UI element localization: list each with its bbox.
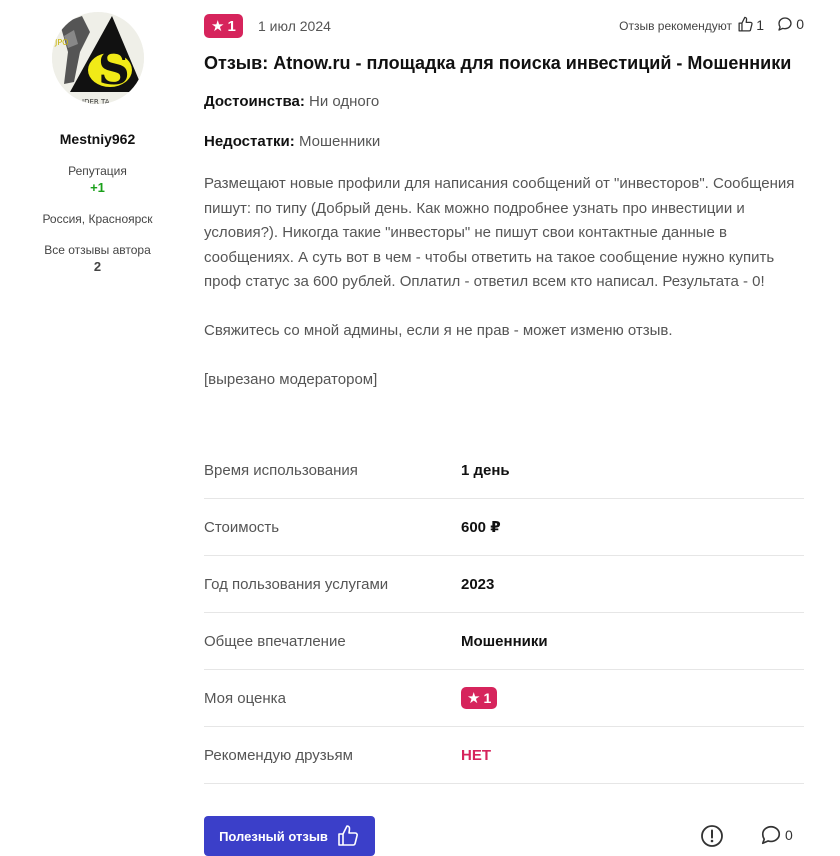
detail-value: 600 ₽ xyxy=(461,519,501,536)
svg-text:JPO: JPO xyxy=(54,38,68,47)
author-username[interactable]: Mestniy962 xyxy=(0,131,195,147)
comment-icon xyxy=(778,17,792,31)
review-details: Время использования 1 день Стоимость 600… xyxy=(204,442,804,784)
my-rating-value: 1 xyxy=(483,690,492,706)
helpful-label: Полезный отзыв xyxy=(219,828,328,844)
report-button[interactable] xyxy=(700,824,724,853)
detail-value: ★ 1 xyxy=(461,687,498,709)
svg-text:IDER TA: IDER TA xyxy=(82,98,110,104)
detail-value: 1 день xyxy=(461,461,510,479)
star-icon: ★ xyxy=(467,689,481,707)
detail-row: Стоимость 600 ₽ xyxy=(204,499,804,556)
comments-counter[interactable]: 0 xyxy=(777,16,804,32)
my-rating-badge: ★ 1 xyxy=(461,687,498,709)
likes-count: 1 xyxy=(756,16,764,33)
review-title: Отзыв: Atnow.ru - площадка для поиска ин… xyxy=(204,53,792,73)
all-reviews-link[interactable]: Все отзывы автора xyxy=(0,243,195,257)
detail-row: Рекомендую друзьям НЕТ xyxy=(204,727,804,784)
pros-value: Ни одного xyxy=(309,93,380,110)
review-paragraph: Свяжитесь со мной админы, если я не прав… xyxy=(204,322,673,339)
review-date: 1 июл 2024 xyxy=(258,18,331,34)
cons-label: Недостатки: xyxy=(204,133,295,150)
cons-value: Мошенники xyxy=(298,133,381,150)
rating-value: 1 xyxy=(227,17,236,35)
likes-counter[interactable]: 1 xyxy=(737,16,764,33)
avatar-image: S JPO IDER TA xyxy=(52,12,144,104)
reputation-value: +1 xyxy=(90,180,105,195)
pros: Достоинства: Ни одного xyxy=(204,93,379,110)
report-icon xyxy=(701,825,723,847)
helpful-review-button[interactable]: Полезный отзыв xyxy=(204,816,375,856)
recommend-label: Отзыв рекомендуют xyxy=(619,19,732,33)
footer-comments[interactable]: 0 xyxy=(760,824,793,846)
detail-label: Общее впечатление xyxy=(204,632,346,650)
cons: Недостатки: Мошенники xyxy=(204,133,380,150)
svg-text:S: S xyxy=(98,44,130,95)
author-location: Россия, Красноярск xyxy=(42,212,153,226)
detail-label: Стоимость xyxy=(204,518,280,536)
review-paragraph: Размещают новые профили для написания со… xyxy=(204,175,795,290)
comments-count: 0 xyxy=(796,16,804,32)
detail-value: Мошенники xyxy=(461,632,548,650)
all-reviews-count: 2 xyxy=(93,259,102,274)
detail-row: Год пользования услугами 2023 xyxy=(204,556,804,613)
thumbs-up-icon xyxy=(338,825,358,846)
star-icon: ★ xyxy=(211,17,225,35)
detail-row: Моя оценка ★ 1 xyxy=(204,670,804,727)
detail-label: Рекомендую друзьям xyxy=(204,746,353,764)
detail-row: Время использования 1 день xyxy=(204,442,804,499)
detail-label: Моя оценка xyxy=(204,689,286,707)
detail-label: Год пользования услугами xyxy=(204,575,389,593)
thumbs-up-icon xyxy=(738,16,753,32)
review-body: Размещают новые профили для написания со… xyxy=(204,172,809,393)
reputation-label: Репутация xyxy=(68,164,127,178)
comment-icon xyxy=(761,825,781,845)
pros-label: Достоинства: xyxy=(204,93,305,110)
detail-value: НЕТ xyxy=(461,746,491,764)
avatar[interactable]: S JPO IDER TA xyxy=(52,12,144,104)
detail-label: Время использования xyxy=(204,461,358,479)
rating-badge: ★ 1 xyxy=(204,14,243,38)
detail-row: Общее впечатление Мошенники xyxy=(204,613,804,670)
moderator-note: [вырезано модератором] xyxy=(204,371,378,388)
detail-value: 2023 xyxy=(461,575,495,593)
footer-comments-count: 0 xyxy=(785,827,793,843)
